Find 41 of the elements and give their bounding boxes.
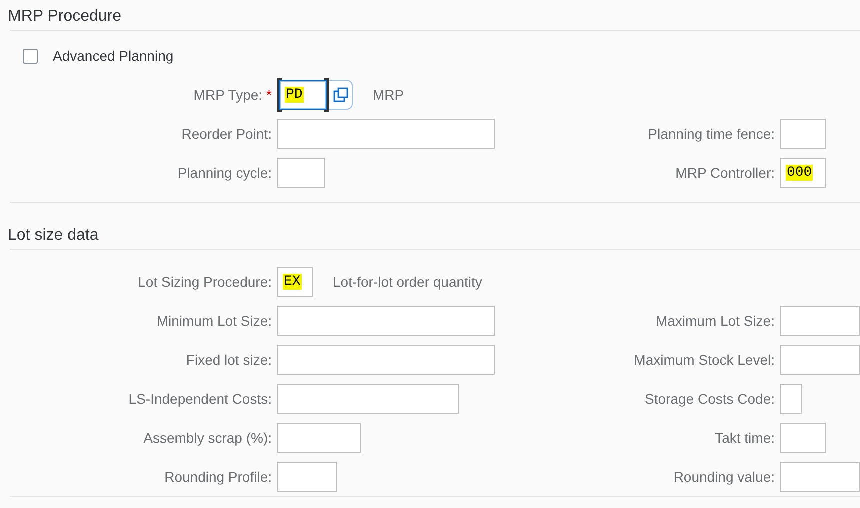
input-field[interactable]: PD	[279, 80, 327, 110]
field-label: Rounding Profile:	[164, 468, 272, 484]
input-field[interactable]	[277, 118, 495, 148]
input-field[interactable]	[780, 118, 826, 148]
input-field[interactable]: 000	[780, 158, 826, 188]
field-label: Planning cycle:	[178, 164, 272, 180]
field-description: MRP	[373, 86, 404, 102]
input-field[interactable]	[780, 344, 860, 374]
field-label: Lot Sizing Procedure:	[138, 274, 272, 290]
field-description: Lot-for-lot order quantity	[333, 274, 482, 290]
field-label: Planning time fence:	[648, 126, 775, 142]
field-label: Assembly scrap (%):	[144, 430, 272, 446]
input-field[interactable]	[780, 422, 826, 452]
field-label: MRP Type:	[194, 86, 263, 102]
input-field[interactable]	[277, 422, 361, 452]
field-label: Rounding value:	[674, 468, 775, 484]
section-title: MRP Procedure	[8, 8, 122, 26]
field-label: Storage Costs Code:	[645, 390, 775, 406]
required-mark: *	[266, 86, 272, 102]
field-label: Maximum Stock Level:	[634, 352, 775, 368]
input-field[interactable]	[277, 384, 459, 414]
input-field[interactable]	[780, 462, 860, 492]
checkbox[interactable]	[23, 48, 38, 64]
field-label: Fixed lot size:	[186, 352, 272, 368]
field-label: Reorder Point:	[182, 126, 272, 142]
input-field[interactable]	[780, 306, 860, 336]
field-label: MRP Controller:	[676, 164, 775, 180]
value-help-icon	[332, 86, 348, 102]
input-field[interactable]	[277, 344, 495, 374]
input-field[interactable]	[277, 462, 337, 492]
field-label: Takt time:	[715, 430, 775, 446]
field-label: Minimum Lot Size:	[156, 312, 272, 328]
field-label: LS-Independent Costs:	[128, 390, 272, 406]
input-field[interactable]	[277, 306, 495, 336]
section-title: Lot size data	[8, 227, 99, 245]
value-help-button[interactable]	[329, 80, 353, 110]
checkbox-label: Advanced Planning	[53, 48, 174, 64]
input-field[interactable]: EX	[277, 266, 313, 296]
input-field[interactable]	[780, 384, 802, 414]
input-field[interactable]	[277, 158, 325, 188]
field-label: Maximum Lot Size:	[656, 312, 775, 328]
